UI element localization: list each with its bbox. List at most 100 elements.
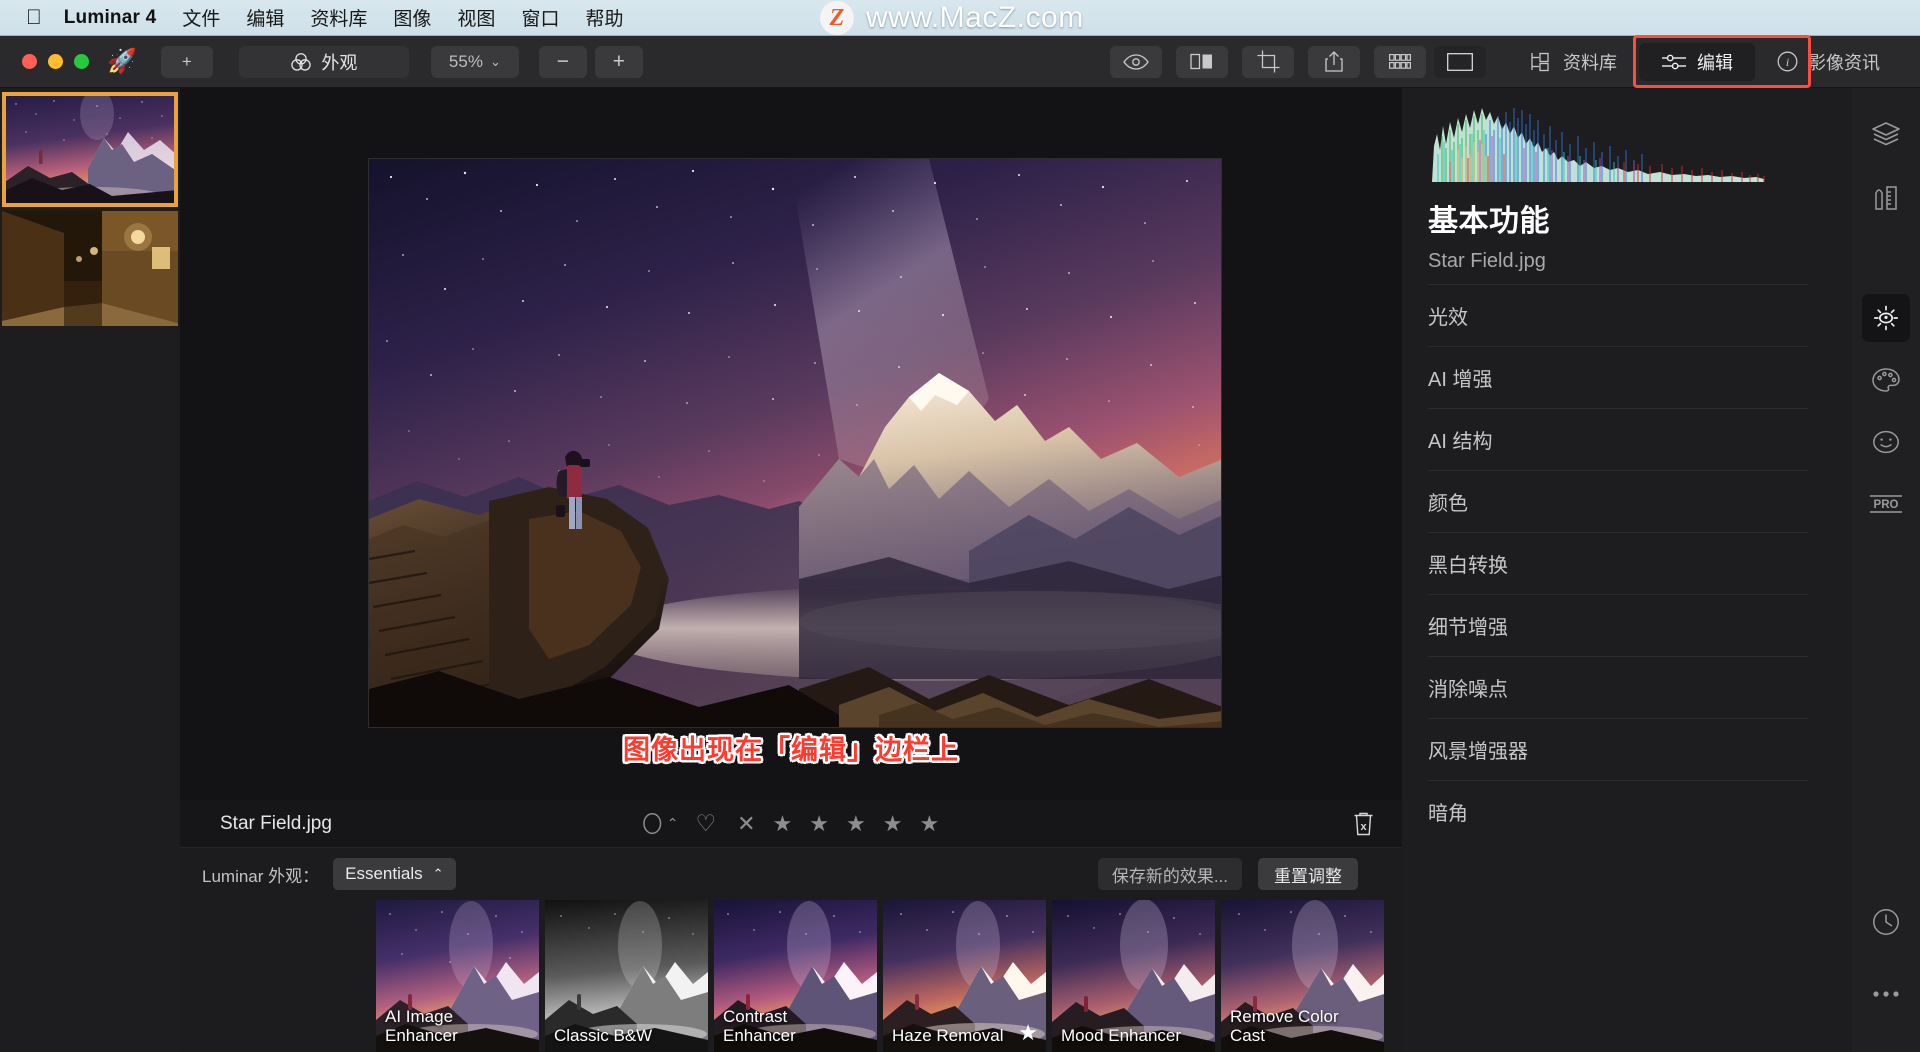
panel-item-ai-structure[interactable]: AI 结构 <box>1428 408 1808 470</box>
filmstrip-thumb-night-alley[interactable] <box>2 211 178 326</box>
menu-item-image[interactable]: 图像 <box>393 4 431 31</box>
window-minimize-button[interactable] <box>48 54 63 69</box>
infobar-filename: Star Field.jpg <box>220 812 332 834</box>
app-body: 图像出现在「编辑」边栏上 Star Field.jpg ⌃ ♡ ✕ ★ ★ ★ … <box>0 88 1920 1052</box>
rating-star-4[interactable]: ★ <box>883 811 903 837</box>
rating-star-1[interactable]: ★ <box>773 811 793 837</box>
reject-x-icon[interactable]: ✕ <box>737 811 755 837</box>
panel-item-ai-enhance[interactable]: AI 增强 <box>1428 346 1808 408</box>
panel-item-denoise[interactable]: 消除噪点 <box>1428 656 1808 718</box>
apple-logo-icon[interactable]:  <box>26 7 42 28</box>
panel-item-landscape-enhancer[interactable]: 风景增强器 <box>1428 718 1808 780</box>
tab-edit-label: 编辑 <box>1697 52 1733 73</box>
single-view-icon <box>1447 52 1473 71</box>
svg-text:i: i <box>1786 55 1789 69</box>
tool-rail: PRO <box>1852 88 1920 1052</box>
look-item-mood-enhancer[interactable]: Mood Enhancer <box>1052 900 1215 1052</box>
color-label-caret-icon: ⌃ <box>666 815 679 831</box>
watermark: Z www.MacZ.com <box>820 0 1084 40</box>
portrait-face-icon[interactable] <box>1862 418 1910 466</box>
compare-view-button[interactable] <box>1176 45 1228 78</box>
look-item-ai-image-enhancer[interactable]: AI Image Enhancer <box>376 900 539 1052</box>
look-label: Haze Removal <box>892 1025 1004 1045</box>
edit-sidebar: 基本功能 Star Field.jpg 光效 AI 增强 AI 结构 颜色 黑白… <box>1402 88 1852 1052</box>
looks-bar-header: Luminar 外观： Essentials ⌃ 保存新的效果... 重置调整 <box>180 848 1402 900</box>
look-favorite-star-icon[interactable]: ★ <box>1018 1020 1038 1046</box>
rating-star-5[interactable]: ★ <box>920 811 940 837</box>
compare-split-icon <box>1190 52 1214 71</box>
panel-item-light[interactable]: 光效 <box>1428 284 1808 346</box>
look-item-classic-bw[interactable]: Classic B&W <box>545 900 708 1052</box>
add-image-button[interactable]: + <box>160 45 213 78</box>
look-item-remove-color-cast[interactable]: Remove Color Cast <box>1221 900 1384 1052</box>
panel-item-details-enhancer[interactable]: 细节增强 <box>1428 594 1808 656</box>
tab-library-label: 资料库 <box>1563 52 1617 73</box>
tab-library[interactable]: 资料库 <box>1508 43 1639 81</box>
zoom-level-dropdown[interactable]: 55% ⌄ <box>430 45 519 78</box>
grid-view-button[interactable] <box>1374 45 1426 78</box>
sun-light-icon[interactable] <box>1862 294 1910 342</box>
zoom-out-button[interactable]: − <box>538 45 587 78</box>
filmstrip-sidebar[interactable] <box>0 88 180 1052</box>
color-label-circle-icon[interactable]: ⌃ <box>643 812 679 835</box>
share-export-button[interactable] <box>1308 45 1360 78</box>
look-item-haze-removal[interactable]: Haze Removal ★ <box>883 900 1046 1052</box>
pro-icon[interactable]: PRO <box>1862 480 1910 528</box>
tab-edit[interactable]: 编辑 <box>1639 42 1755 81</box>
trash-x-icon[interactable]: x <box>1353 812 1374 836</box>
rgb-histogram <box>1428 104 1768 182</box>
looks-button-label: 外观 <box>321 52 358 73</box>
menu-item-edit[interactable]: 编辑 <box>246 4 284 31</box>
window-close-button[interactable] <box>22 54 37 69</box>
crop-tool-button[interactable] <box>1242 45 1294 78</box>
preview-toggle-button[interactable] <box>1110 45 1162 78</box>
rocket-icon[interactable]: 🚀 <box>107 49 137 74</box>
favorite-heart-icon[interactable]: ♡ <box>696 810 717 837</box>
looks-bar: Luminar 外观： Essentials ⌃ 保存新的效果... 重置调整 <box>180 848 1402 1052</box>
panel-item-color[interactable]: 颜色 <box>1428 470 1808 532</box>
chevron-up-icon: ⌃ <box>432 866 444 881</box>
panel-title: 基本功能 <box>1428 205 1550 238</box>
single-view-button[interactable] <box>1434 45 1486 78</box>
look-label: Classic B&W <box>554 1025 653 1045</box>
zoom-in-button[interactable]: + <box>594 45 643 78</box>
look-label: Remove Color Cast <box>1230 1006 1339 1045</box>
menu-item-view[interactable]: 视图 <box>457 4 495 31</box>
plus-icon: + <box>181 51 192 71</box>
look-item-contrast-enhancer[interactable]: Contrast Enhancer <box>714 900 877 1052</box>
sliders-icon <box>1661 53 1687 71</box>
looks-thumbnail-row[interactable]: AI Image Enhancer Classic B&W Contrast E… <box>180 900 1402 1052</box>
filmstrip-thumb-star-field[interactable] <box>2 92 178 207</box>
panel-item-vignette[interactable]: 暗角 <box>1428 780 1808 842</box>
zoom-level-value: 55% <box>448 51 483 71</box>
more-dots-icon[interactable] <box>1862 970 1910 1018</box>
rating-controls[interactable]: ⌃ ♡ ✕ ★ ★ ★ ★ ★ <box>643 810 939 837</box>
eye-icon <box>1123 53 1149 70</box>
library-icon <box>1530 52 1553 72</box>
menu-item-window[interactable]: 窗口 <box>521 4 559 31</box>
look-label: Mood Enhancer <box>1061 1025 1182 1045</box>
menu-item-library[interactable]: 资料库 <box>310 4 367 31</box>
layers-icon[interactable] <box>1862 110 1910 158</box>
menu-item-help[interactable]: 帮助 <box>585 4 623 31</box>
looks-collection-dropdown[interactable]: Essentials ⌃ <box>333 858 456 890</box>
main-photo-star-field[interactable] <box>368 158 1222 728</box>
palette-color-icon[interactable] <box>1862 356 1910 404</box>
canvas-area: 图像出现在「编辑」边栏上 <box>180 88 1402 800</box>
save-new-look-button[interactable]: 保存新的效果... <box>1097 858 1242 890</box>
tab-image-info[interactable]: i 影像资讯 <box>1755 43 1902 81</box>
svg-text:PRO: PRO <box>1874 499 1899 511</box>
window-zoom-button[interactable] <box>74 54 89 69</box>
center-column: 图像出现在「编辑」边栏上 Star Field.jpg ⌃ ♡ ✕ ★ ★ ★ … <box>180 88 1402 1052</box>
menu-app-name[interactable]: Luminar 4 <box>64 7 157 29</box>
rating-star-2[interactable]: ★ <box>809 811 829 837</box>
looks-toggle-button[interactable]: 外观 <box>238 45 409 78</box>
reset-adjustments-button[interactable]: 重置调整 <box>1258 858 1358 890</box>
history-clock-icon[interactable] <box>1862 898 1910 946</box>
adjustment-panel-list[interactable]: 光效 AI 增强 AI 结构 颜色 黑白转换 细节增强 消除噪点 风景增强器 暗… <box>1428 284 1808 842</box>
menu-item-file[interactable]: 文件 <box>182 4 220 31</box>
minus-icon: − <box>556 49 570 73</box>
tools-pencil-ruler-icon[interactable] <box>1862 174 1910 222</box>
panel-item-black-and-white[interactable]: 黑白转换 <box>1428 532 1808 594</box>
rating-star-3[interactable]: ★ <box>846 811 866 837</box>
